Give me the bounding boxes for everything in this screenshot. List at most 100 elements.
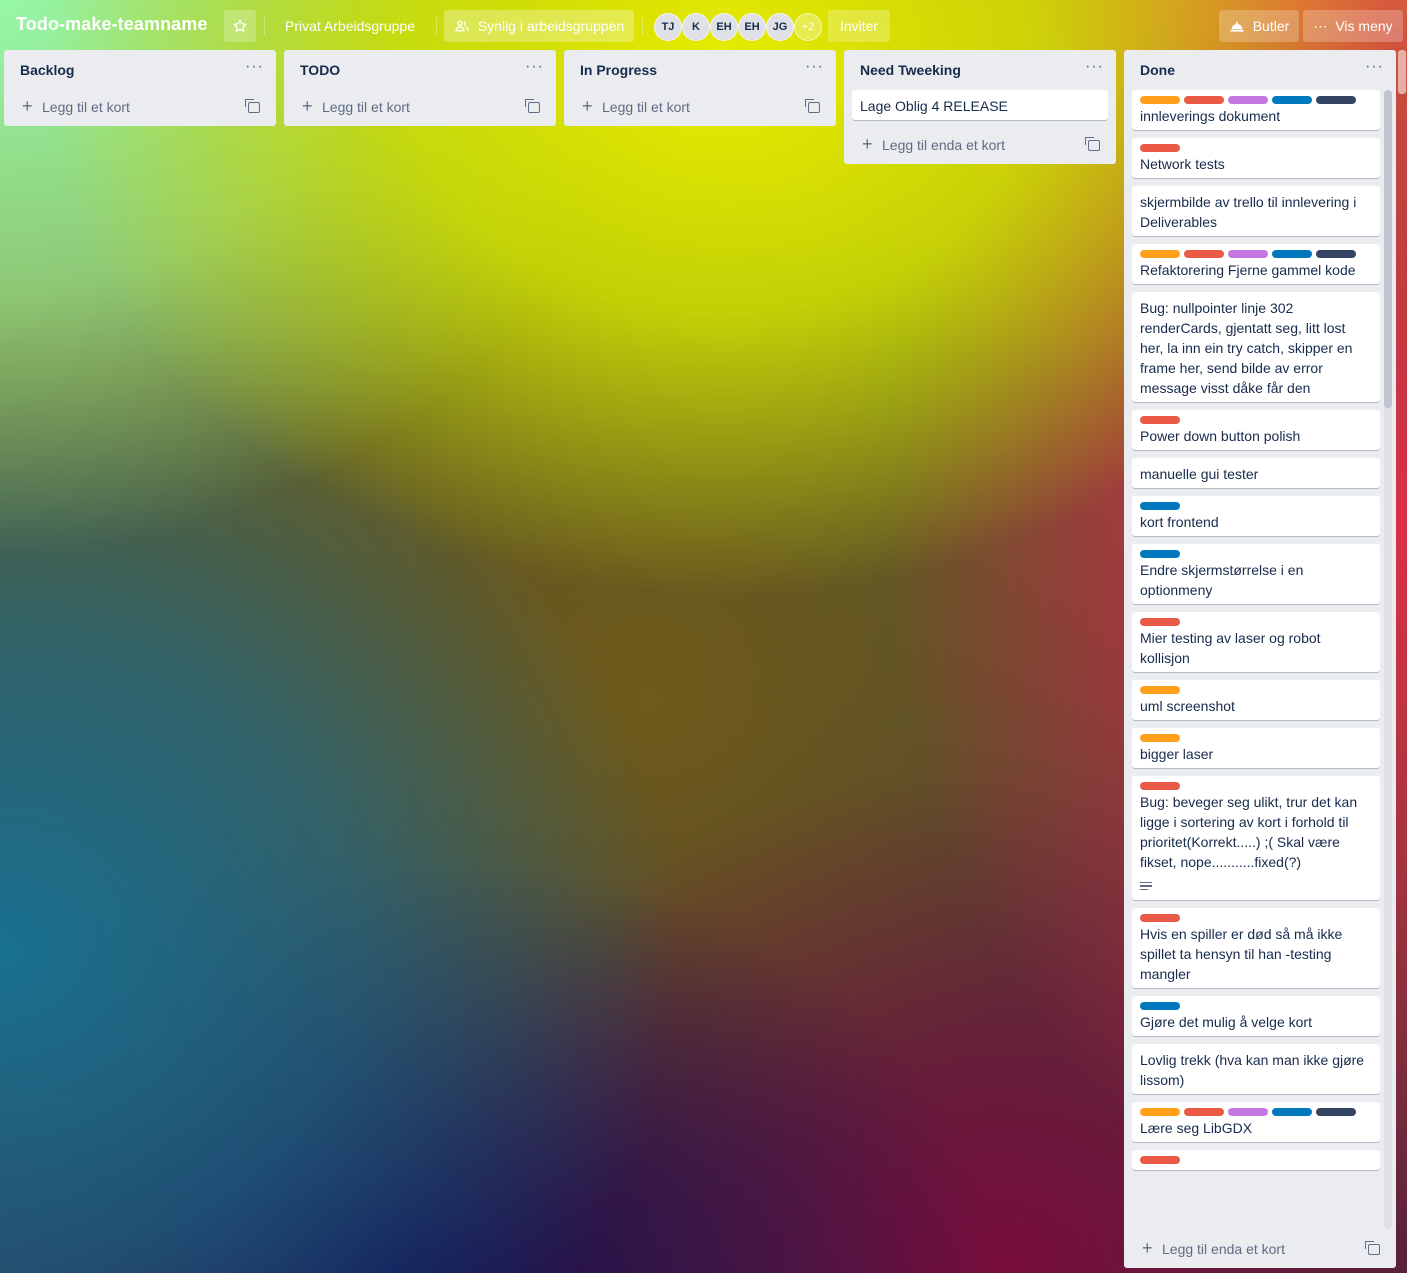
card-label-blue[interactable] <box>1140 550 1180 558</box>
page-scrollbar[interactable] <box>1397 50 1407 1273</box>
card-label-orange[interactable] <box>1140 1108 1180 1116</box>
visibility-label: Synlig i arbeidsgruppen <box>477 18 625 34</box>
visibility-button[interactable]: Synlig i arbeidsgruppen <box>444 10 634 42</box>
card-labels <box>1140 550 1372 558</box>
card-label-red[interactable] <box>1184 250 1224 258</box>
add-card-label: Legg til et kort <box>322 99 410 115</box>
card-title: skjermbilde av trello til innlevering i … <box>1140 194 1357 230</box>
add-card-button[interactable]: + Legg til enda et kort <box>844 128 1116 164</box>
add-card-button[interactable]: + Legg til et kort <box>284 90 556 126</box>
list-menu-icon[interactable]: ··· <box>525 58 544 76</box>
card[interactable]: Refaktorering Fjerne gammel kode <box>1132 244 1380 284</box>
star-board-button[interactable] <box>224 10 256 42</box>
card-label-red[interactable] <box>1140 416 1180 424</box>
invite-button[interactable]: Inviter <box>828 10 890 42</box>
card-labels <box>1140 914 1372 922</box>
workspace-button[interactable]: Privat Arbeidsgruppe <box>272 10 428 42</box>
list-title[interactable]: Need Tweeking <box>860 62 961 78</box>
avatar[interactable]: EH <box>710 13 738 41</box>
list-title[interactable]: In Progress <box>580 62 657 78</box>
card[interactable]: Bug: nullpointer linje 302 renderCards, … <box>1132 292 1380 402</box>
card-label-purple[interactable] <box>1228 250 1268 258</box>
list-menu-icon[interactable]: ··· <box>1085 58 1104 76</box>
card[interactable]: Lage Oblig 4 RELEASE <box>852 90 1108 120</box>
butler-label: Butler <box>1252 18 1290 34</box>
card-labels <box>1140 502 1372 510</box>
card-label-red[interactable] <box>1140 144 1180 152</box>
card-label-orange[interactable] <box>1140 250 1180 258</box>
list-title[interactable]: TODO <box>300 62 340 78</box>
avatar[interactable]: EH <box>738 13 766 41</box>
card-template-icon[interactable] <box>525 99 540 113</box>
card[interactable]: Bug: beveger seg ulikt, trur det kan lig… <box>1132 776 1380 900</box>
show-menu-button[interactable]: ⋯ Vis meny <box>1303 10 1403 42</box>
card[interactable]: Lovlig trekk (hva kan man ikke gjøre lis… <box>1132 1044 1380 1094</box>
more-members-button[interactable]: +2 <box>794 13 822 41</box>
add-card-button[interactable]: + Legg til et kort <box>564 90 836 126</box>
list-done: Done ··· innleverings dokument Network te… <box>1124 50 1396 1268</box>
list-backlog: Backlog ··· + Legg til et kort <box>4 50 276 126</box>
card-label-blue[interactable] <box>1272 96 1312 104</box>
avatar[interactable]: JG <box>766 13 794 41</box>
list-menu-icon[interactable]: ··· <box>805 58 824 76</box>
card-label-red[interactable] <box>1184 1108 1224 1116</box>
card-template-icon[interactable] <box>805 99 820 113</box>
card-label-navy[interactable] <box>1316 1108 1356 1116</box>
card-label-blue[interactable] <box>1272 1108 1312 1116</box>
card-label-purple[interactable] <box>1228 96 1268 104</box>
list-title[interactable]: Backlog <box>20 62 74 78</box>
card-template-icon[interactable] <box>1365 1241 1380 1255</box>
card-label-orange[interactable] <box>1140 96 1180 104</box>
card[interactable]: manuelle gui tester <box>1132 458 1380 488</box>
card-label-red[interactable] <box>1140 618 1180 626</box>
card[interactable]: innleverings dokument <box>1132 90 1380 130</box>
card[interactable]: Network tests <box>1132 138 1380 178</box>
card[interactable]: Lære seg LibGDX <box>1132 1102 1380 1142</box>
avatar[interactable]: TJ <box>654 13 682 41</box>
card[interactable]: Gjøre det mulig å velge kort <box>1132 996 1380 1036</box>
card-label-red[interactable] <box>1140 914 1180 922</box>
card[interactable]: bigger laser <box>1132 728 1380 768</box>
card[interactable]: skjermbilde av trello til innlevering i … <box>1132 186 1380 236</box>
card-title: uml screenshot <box>1140 698 1235 714</box>
card-label-orange[interactable] <box>1140 686 1180 694</box>
page-scrollbar-thumb[interactable] <box>1398 50 1406 94</box>
card-template-icon[interactable] <box>1085 137 1100 151</box>
card-label-orange[interactable] <box>1140 734 1180 742</box>
list-menu-icon[interactable]: ··· <box>245 58 264 76</box>
list-menu-icon[interactable]: ··· <box>1365 58 1384 76</box>
card-label-purple[interactable] <box>1228 1108 1268 1116</box>
add-card-button[interactable]: + Legg til enda et kort <box>1124 1232 1396 1268</box>
list-header: Backlog ··· <box>4 50 276 90</box>
list-scrollbar-thumb[interactable] <box>1384 90 1392 408</box>
team-icon <box>455 20 469 32</box>
card-label-navy[interactable] <box>1316 250 1356 258</box>
card-label-blue[interactable] <box>1140 502 1180 510</box>
card-label-red[interactable] <box>1140 782 1180 790</box>
card-label-red[interactable] <box>1184 96 1224 104</box>
card-label-blue[interactable] <box>1140 1002 1180 1010</box>
card-label-blue[interactable] <box>1272 250 1312 258</box>
list-title[interactable]: Done <box>1140 62 1175 78</box>
card-label-navy[interactable] <box>1316 96 1356 104</box>
card[interactable]: Hvis en spiller er død så må ikke spille… <box>1132 908 1380 988</box>
card-title: Power down button polish <box>1140 428 1301 444</box>
butler-button[interactable]: Butler <box>1219 10 1299 42</box>
card-title: Endre skjermstørrelse i en optionmeny <box>1140 562 1304 598</box>
card[interactable]: Power down button polish <box>1132 410 1380 450</box>
header-divider <box>264 17 265 35</box>
description-badge <box>1140 878 1372 896</box>
card[interactable] <box>1132 1150 1380 1170</box>
card[interactable]: uml screenshot <box>1132 680 1380 720</box>
description-icon <box>1140 880 1152 893</box>
card[interactable]: kort frontend <box>1132 496 1380 536</box>
card[interactable]: Mier testing av laser og robot kollisjon <box>1132 612 1380 672</box>
avatar[interactable]: K <box>682 13 710 41</box>
add-card-button[interactable]: + Legg til et kort <box>4 90 276 126</box>
card-template-icon[interactable] <box>245 99 260 113</box>
card-label-red[interactable] <box>1140 1156 1180 1164</box>
board-title[interactable]: Todo-make-teamname <box>16 14 208 35</box>
card[interactable]: Endre skjermstørrelse i en optionmeny <box>1132 544 1380 604</box>
ellipsis-icon: ⋯ <box>1313 17 1328 34</box>
card-title: Bug: beveger seg ulikt, trur det kan lig… <box>1140 794 1358 870</box>
